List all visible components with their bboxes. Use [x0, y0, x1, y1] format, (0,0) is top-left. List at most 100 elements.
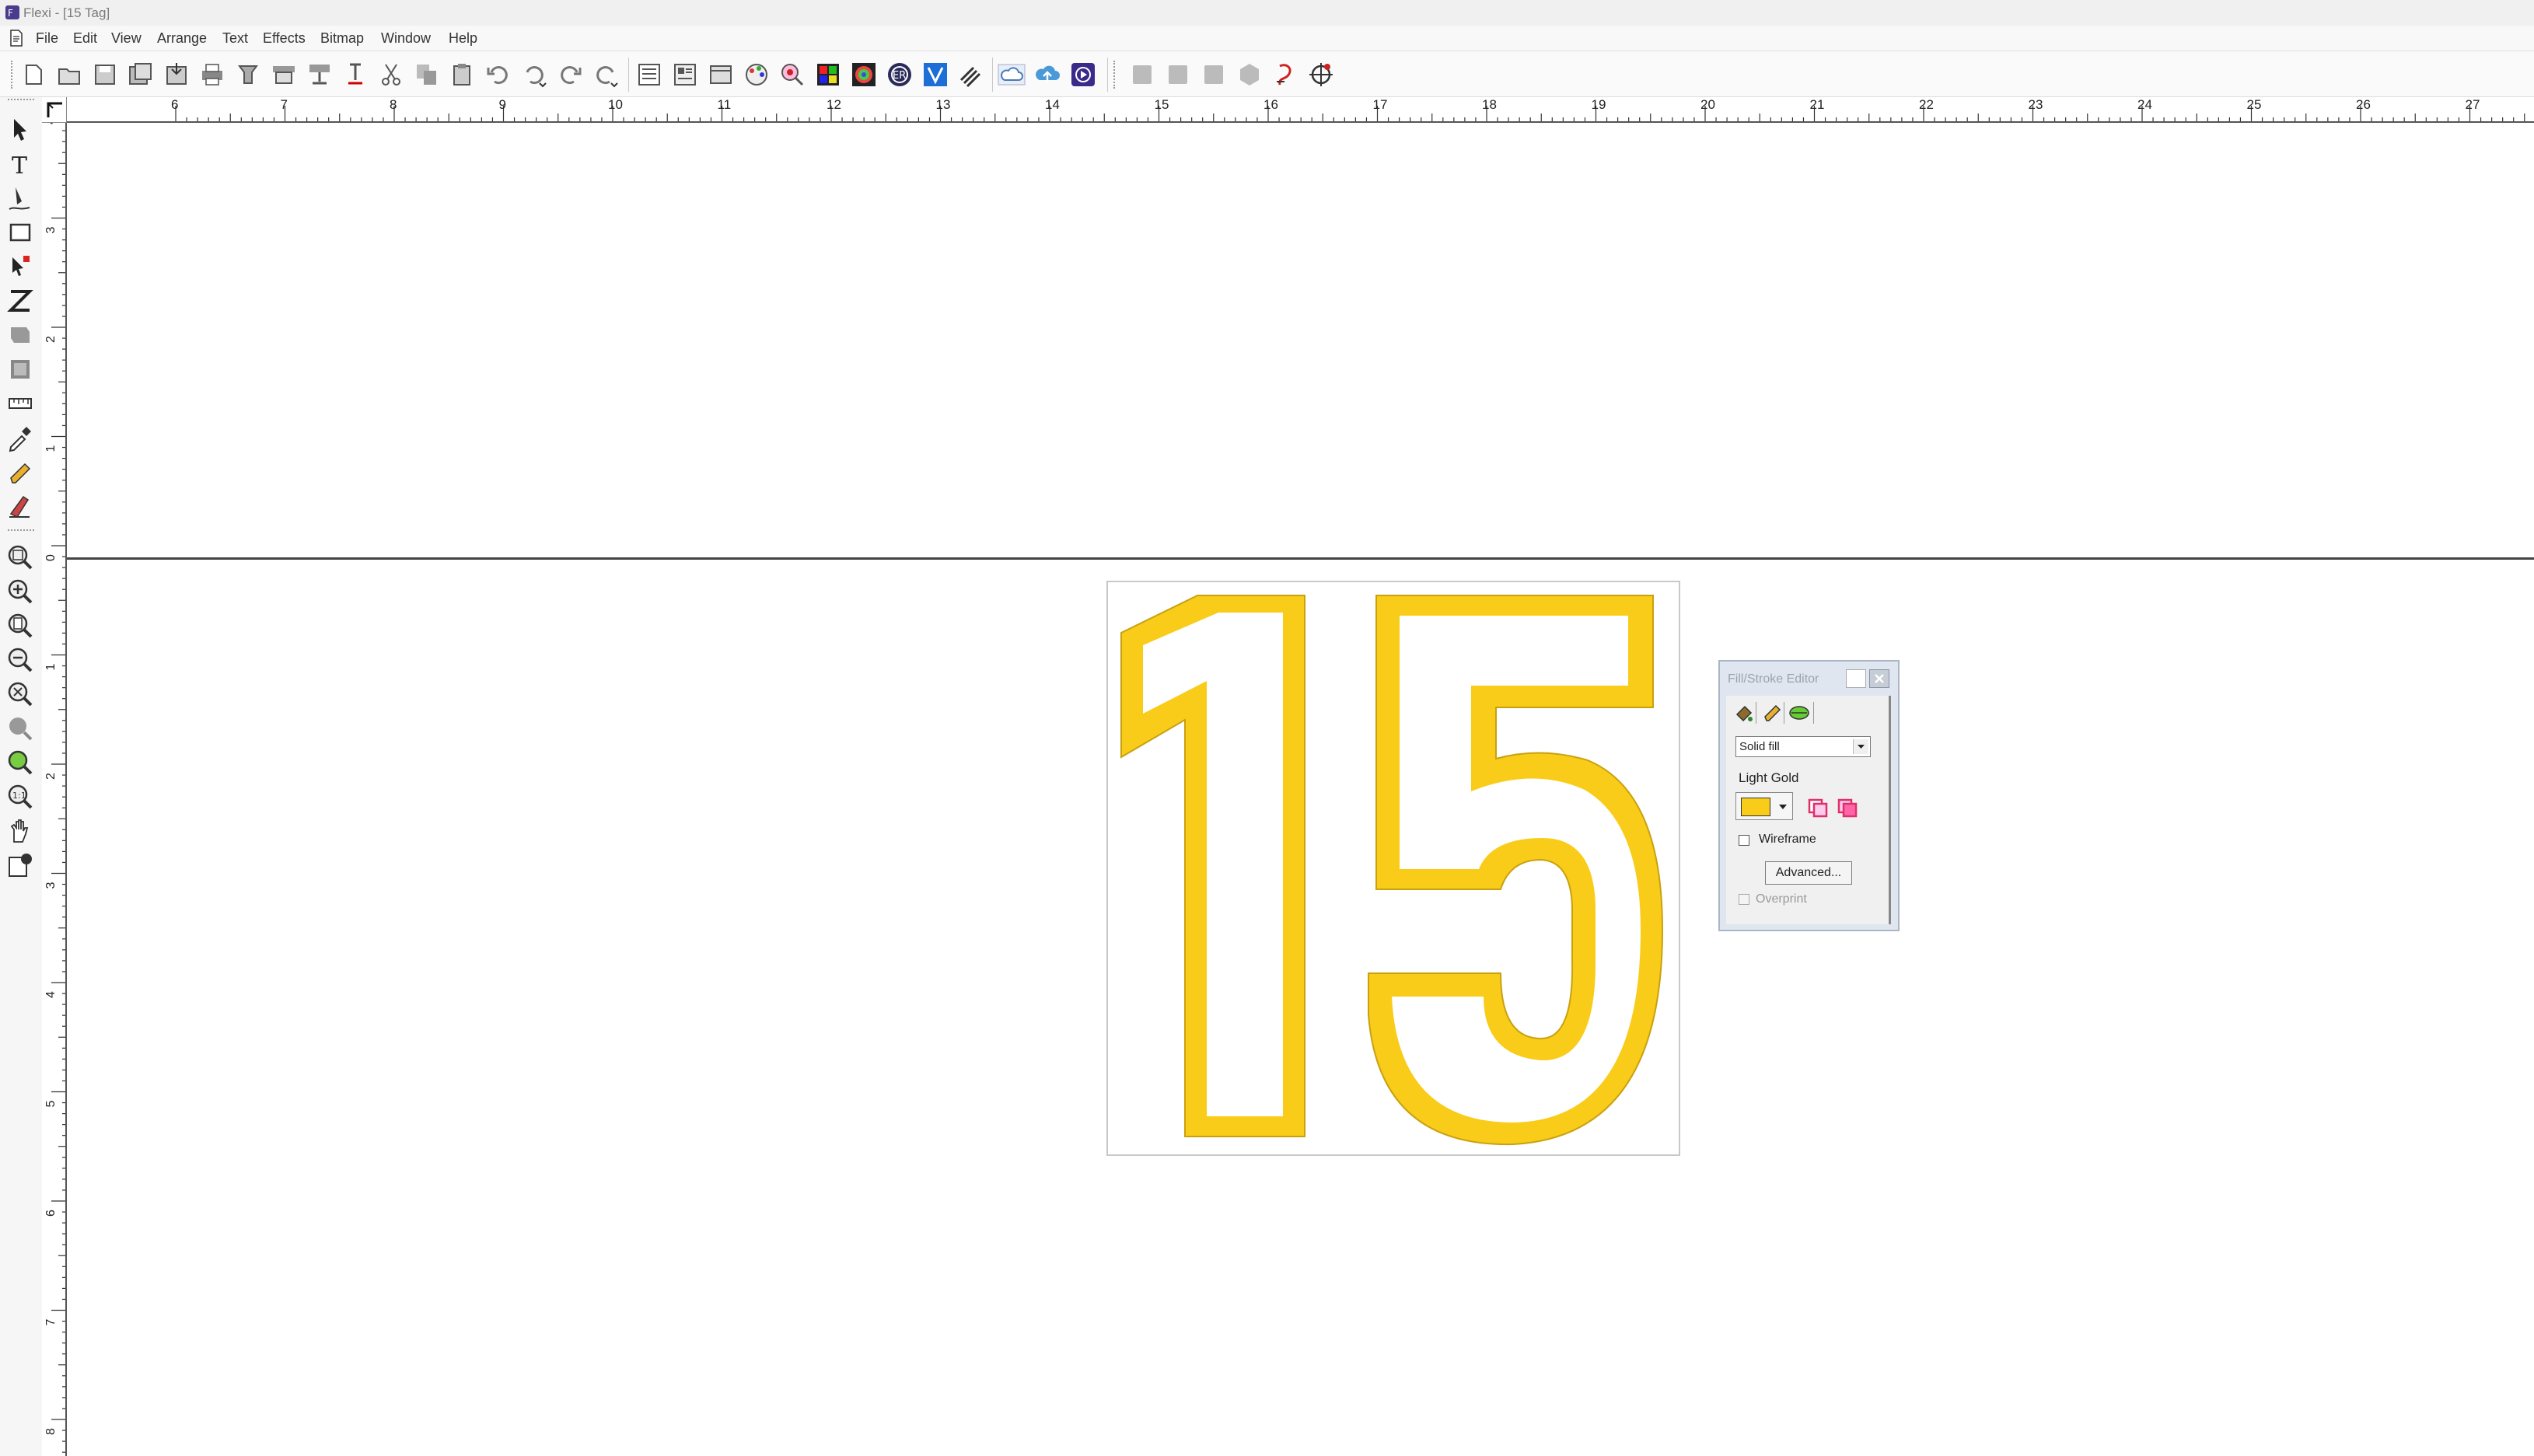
- measure-tool-icon[interactable]: [5, 388, 36, 419]
- tools-toolbar: T 1:1: [0, 97, 42, 1456]
- ruler-label: 1: [44, 664, 58, 671]
- toolbar-grip[interactable]: [8, 99, 34, 102]
- zoom-in-icon[interactable]: [5, 576, 36, 607]
- menu-edit[interactable]: Edit: [73, 30, 97, 47]
- hatch-pattern-icon[interactable]: [956, 60, 986, 89]
- copy-icon[interactable]: [412, 60, 442, 89]
- menu-bar: File Edit View Arrange Text Effects Bitm…: [0, 26, 2534, 51]
- menu-help[interactable]: Help: [449, 30, 477, 47]
- play-media-icon[interactable]: [1068, 60, 1098, 89]
- shape-square-2-icon[interactable]: [1163, 60, 1193, 89]
- knife-tool-icon[interactable]: [5, 491, 36, 522]
- fill-bucket-tab-icon[interactable]: [1731, 700, 1756, 725]
- ruler-label: 8: [44, 1428, 58, 1435]
- menu-file[interactable]: File: [36, 30, 58, 47]
- menu-arrange[interactable]: Arrange: [157, 30, 207, 47]
- cloud-icon[interactable]: [997, 60, 1026, 89]
- toolbar-grip[interactable]: [11, 61, 16, 89]
- swatch-library-icon[interactable]: [813, 60, 843, 89]
- eyedropper-tool-icon[interactable]: [5, 422, 36, 453]
- menu-view[interactable]: View: [111, 30, 142, 47]
- color-management-icon[interactable]: [849, 60, 879, 89]
- ruler-label: 21: [1810, 97, 1825, 112]
- zoom-area-icon[interactable]: [5, 542, 36, 573]
- vertical-ruler[interactable]: 4 3 2 1 0 1 2 3 4 5 6 7 8: [42, 123, 67, 1456]
- rectangle-tool-icon[interactable]: [5, 217, 36, 248]
- fill-stroke-toggle-icon[interactable]: [5, 850, 36, 881]
- pan-hand-icon[interactable]: [5, 815, 36, 847]
- paste-color-icon[interactable]: [1835, 795, 1860, 819]
- ruler-label: 15: [1155, 97, 1169, 112]
- horizontal-ruler[interactable]: 6 7 8 9 10 11 12 13 14 15 16 17 18 19 20 21 22 23 24 25 26 27: [67, 97, 2534, 123]
- scissors-cut-icon[interactable]: [376, 60, 406, 89]
- color-palette-icon[interactable]: [742, 60, 771, 89]
- advanced-button[interactable]: Advanced...: [1765, 861, 1852, 885]
- zoom-100-icon[interactable]: 1:1: [5, 781, 36, 812]
- panel-minimize-button[interactable]: [1846, 669, 1866, 688]
- er-badge-icon[interactable]: ER: [885, 60, 914, 89]
- document-icon[interactable]: [9, 30, 23, 47]
- cloud-upload-icon[interactable]: [1033, 60, 1062, 89]
- print-icon[interactable]: [197, 60, 227, 89]
- zoom-page-icon[interactable]: [5, 610, 36, 641]
- toolbar-grip[interactable]: [1113, 61, 1118, 89]
- wireframe-checkbox[interactable]: [1739, 835, 1749, 846]
- chevron-down-icon: [1858, 745, 1865, 749]
- import-icon[interactable]: [162, 60, 191, 89]
- select-tool-icon[interactable]: [5, 114, 36, 145]
- shadow-tab-icon[interactable]: [1787, 700, 1812, 725]
- job-properties-icon[interactable]: [670, 60, 700, 89]
- undo-list-icon[interactable]: [519, 60, 549, 89]
- text-tool-icon[interactable]: T: [5, 148, 36, 180]
- open-file-icon[interactable]: [54, 60, 84, 89]
- shape-square-1-icon[interactable]: [1127, 60, 1157, 89]
- fill-type-select[interactable]: Solid fill: [1735, 736, 1871, 757]
- shape-circle-icon[interactable]: [1235, 60, 1264, 89]
- v-logo-icon[interactable]: [921, 60, 950, 89]
- svg-text:1:1: 1:1: [12, 791, 26, 801]
- shape-tool-icon[interactable]: [5, 319, 36, 351]
- node-edit-tool-icon[interactable]: [5, 251, 36, 282]
- zoom-fit-icon[interactable]: [5, 713, 36, 744]
- zoom-out-icon[interactable]: [5, 644, 36, 676]
- zoom-selected-icon[interactable]: [5, 679, 36, 710]
- copy-color-icon[interactable]: [1805, 795, 1830, 819]
- redo-icon[interactable]: [555, 60, 585, 89]
- save-as-icon[interactable]: [126, 60, 156, 89]
- menu-effects[interactable]: Effects: [263, 30, 306, 47]
- artwork-15[interactable]: [1106, 580, 1681, 1157]
- layout-icon[interactable]: [706, 60, 736, 89]
- zoom-inspect-icon[interactable]: [778, 60, 807, 89]
- flexi-app-icon: F: [5, 5, 19, 19]
- production-manager-icon[interactable]: [269, 60, 299, 89]
- shape-square-3-icon[interactable]: [1199, 60, 1229, 89]
- chevron-down-icon: [1779, 805, 1787, 809]
- zoom-all-icon[interactable]: [5, 747, 36, 778]
- menu-text[interactable]: Text: [222, 30, 248, 47]
- registration-mark-icon[interactable]: [1306, 60, 1336, 89]
- menu-window[interactable]: Window: [381, 30, 431, 47]
- dropdown-arrow[interactable]: [1853, 739, 1868, 754]
- overprint-checkbox[interactable]: [1739, 894, 1749, 905]
- color-picker-button[interactable]: [1735, 792, 1793, 820]
- weed-border-icon[interactable]: [1270, 60, 1300, 89]
- stroke-pen-tab-icon[interactable]: [1759, 700, 1784, 725]
- pen-tool-icon[interactable]: [5, 183, 36, 214]
- save-icon[interactable]: [90, 60, 120, 89]
- bevel-tool-icon[interactable]: [5, 354, 36, 385]
- ruler-origin-corner[interactable]: [42, 97, 67, 123]
- rip-and-print-icon[interactable]: [233, 60, 263, 89]
- redo-list-icon[interactable]: [591, 60, 620, 89]
- zigzag-tool-icon[interactable]: [5, 285, 36, 316]
- paste-icon[interactable]: [448, 60, 477, 89]
- design-central-icon[interactable]: [634, 60, 664, 89]
- toolbar-grip[interactable]: [8, 529, 34, 532]
- undo-icon[interactable]: [484, 60, 513, 89]
- panel-close-button[interactable]: [1869, 669, 1889, 688]
- menu-bitmap[interactable]: Bitmap: [320, 30, 364, 47]
- new-file-icon[interactable]: [19, 60, 48, 89]
- cut-to-plotter-icon[interactable]: [341, 60, 370, 89]
- pencil-tool-icon[interactable]: [5, 456, 36, 487]
- send-to-cutter-icon[interactable]: [305, 60, 334, 89]
- overprint-label: Overprint: [1756, 892, 1807, 906]
